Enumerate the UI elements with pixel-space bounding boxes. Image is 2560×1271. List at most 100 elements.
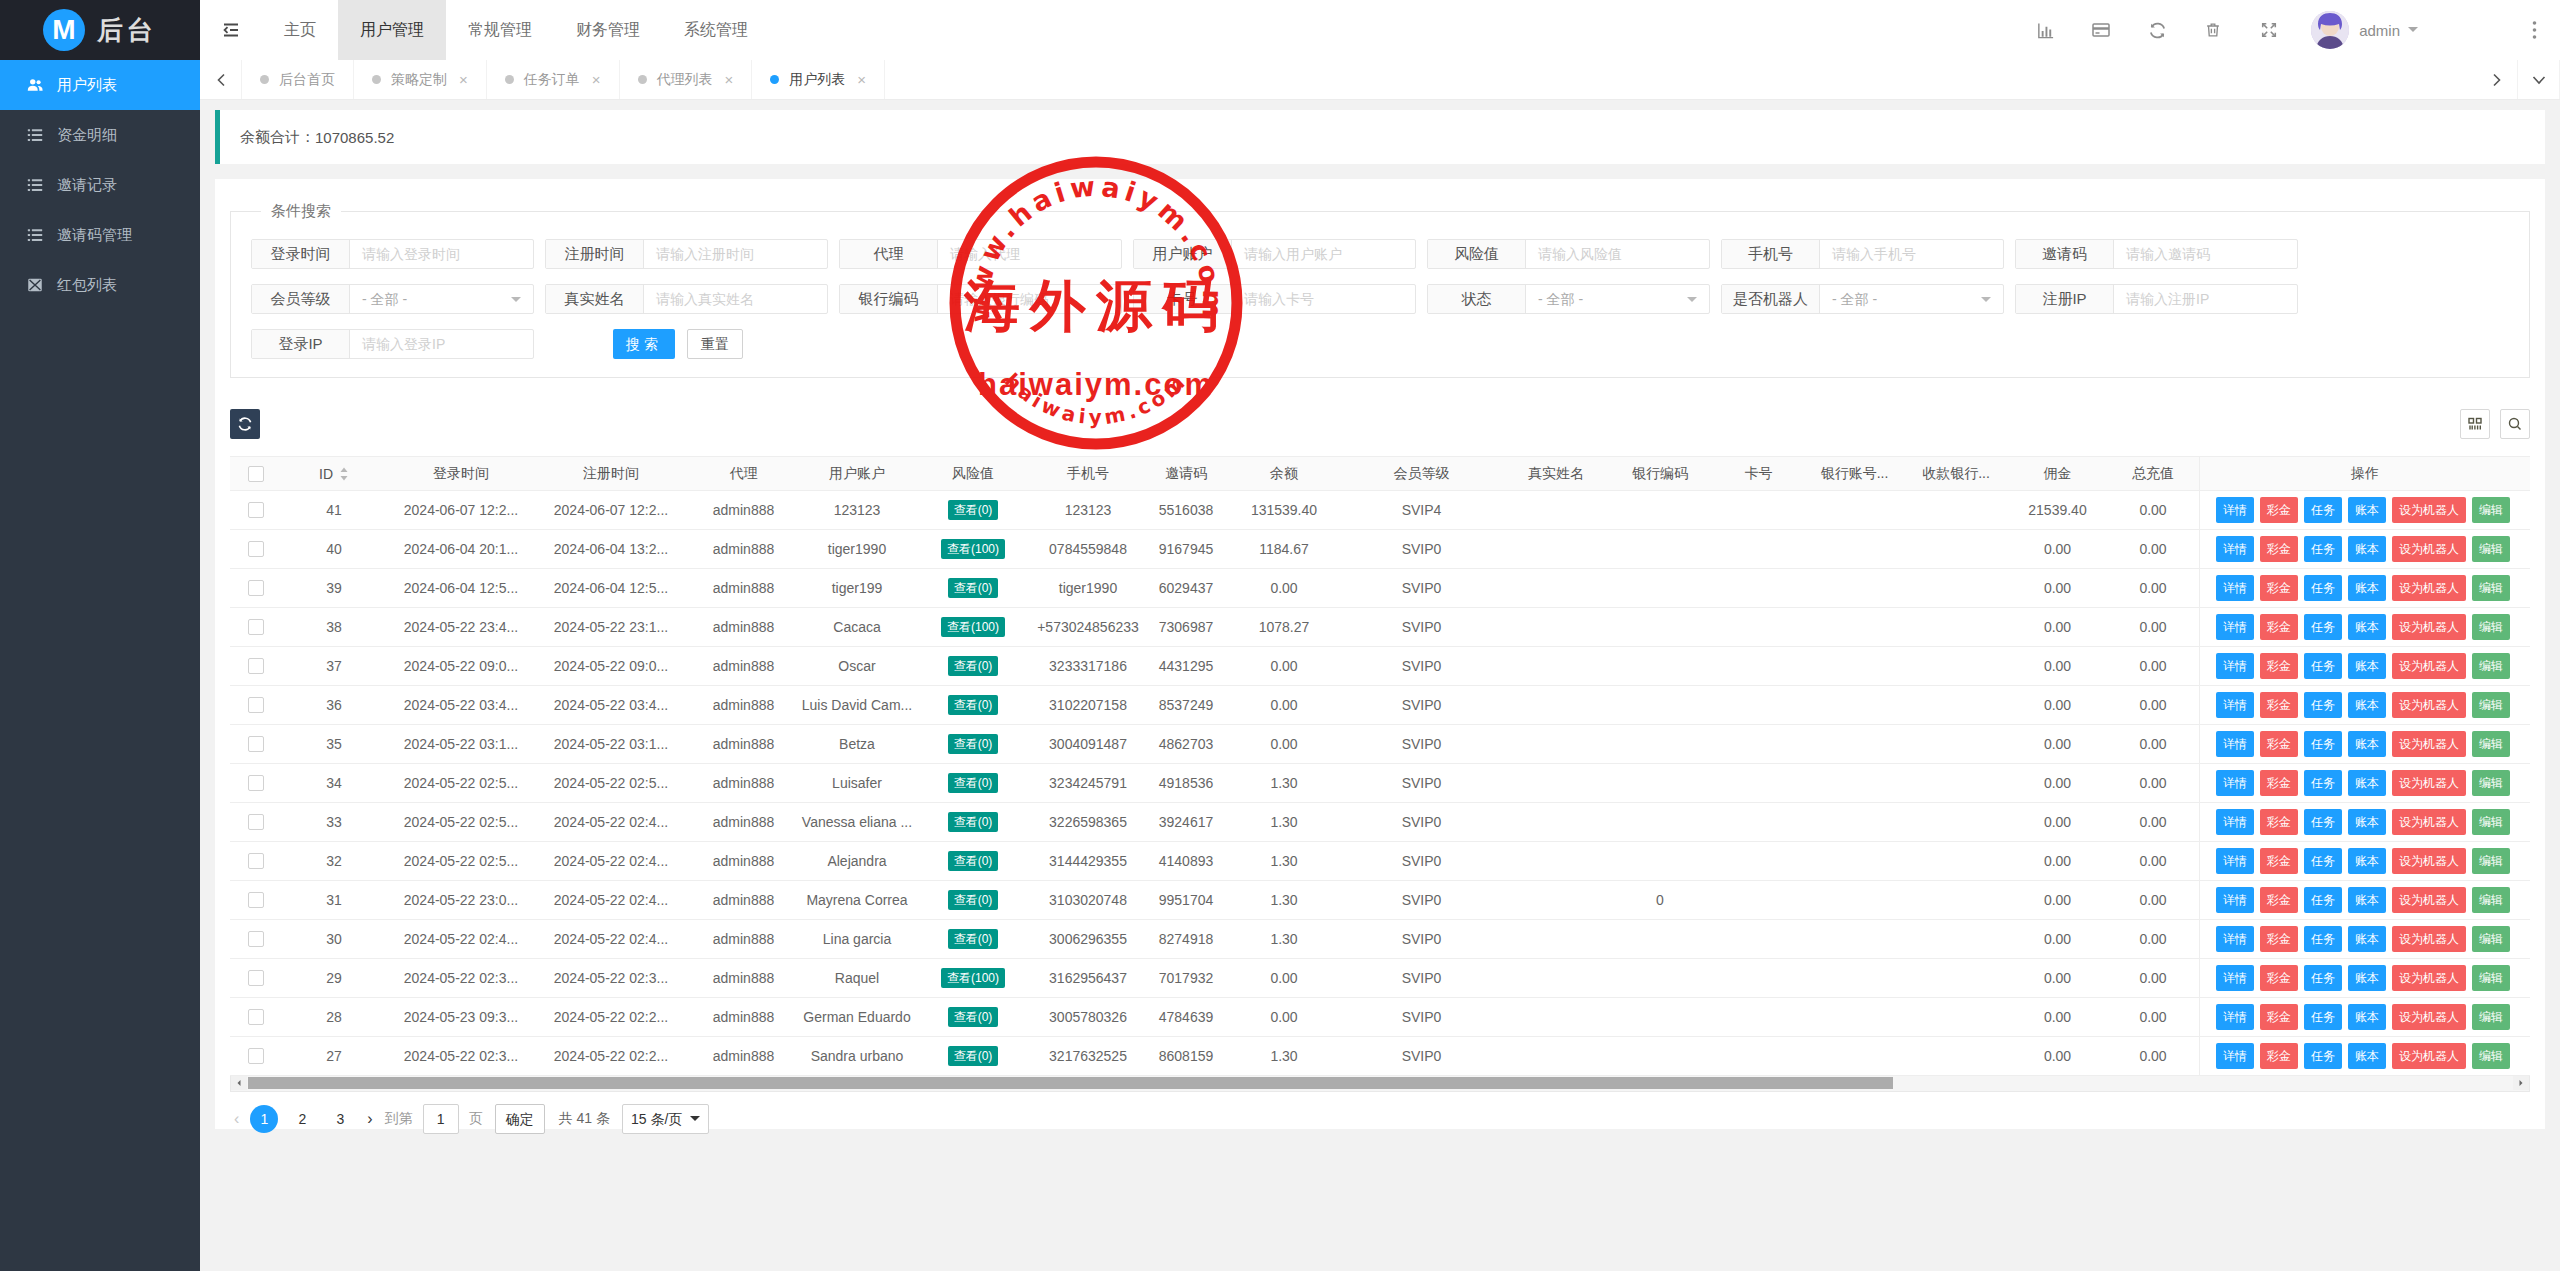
risk-view-badge[interactable]: 查看(0): [948, 1046, 999, 1066]
risk-view-badge[interactable]: 查看(0): [948, 890, 999, 910]
action-blue-button[interactable]: 任务: [2304, 575, 2342, 601]
search-field-input[interactable]: 请输入代理: [938, 240, 1121, 268]
row-checkbox[interactable]: [248, 892, 264, 908]
hscroll-right-icon[interactable]: [2513, 1076, 2529, 1090]
tab-4[interactable]: 用户列表×: [752, 60, 885, 99]
row-checkbox[interactable]: [248, 736, 264, 752]
sidebar-item-1[interactable]: 资金明细: [0, 110, 200, 160]
action-blue-button[interactable]: 任务: [2304, 887, 2342, 913]
page-number-2[interactable]: 2: [288, 1105, 316, 1133]
risk-view-badge[interactable]: 查看(0): [948, 773, 999, 793]
sidebar-toggle-icon[interactable]: [200, 0, 262, 60]
table-hscrollbar[interactable]: [230, 1076, 2530, 1092]
risk-view-badge[interactable]: 查看(0): [948, 695, 999, 715]
row-checkbox[interactable]: [248, 853, 264, 869]
action-blue-button[interactable]: 详情: [2216, 887, 2254, 913]
nav-item-1[interactable]: 用户管理: [338, 0, 446, 60]
action-blue-button[interactable]: 任务: [2304, 536, 2342, 562]
search-field-select[interactable]: - 全部 -: [1820, 285, 2003, 313]
action-blue-button[interactable]: 详情: [2216, 575, 2254, 601]
select-all-checkbox[interactable]: [248, 466, 264, 482]
tab-close-icon[interactable]: ×: [592, 71, 601, 88]
action-red-button[interactable]: 设为机器人: [2392, 1004, 2466, 1030]
row-checkbox[interactable]: [248, 970, 264, 986]
action-blue-button[interactable]: 账本: [2348, 926, 2386, 952]
action-blue-button[interactable]: 账本: [2348, 1004, 2386, 1030]
action-red-button[interactable]: 彩金: [2260, 614, 2298, 640]
action-red-button[interactable]: 彩金: [2260, 770, 2298, 796]
action-blue-button[interactable]: 任务: [2304, 926, 2342, 952]
search-field-input[interactable]: 请输入登录IP: [350, 330, 533, 358]
action-blue-button[interactable]: 详情: [2216, 692, 2254, 718]
action-green-button[interactable]: 编辑: [2472, 536, 2510, 562]
username[interactable]: admin: [2359, 22, 2400, 39]
action-blue-button[interactable]: 任务: [2304, 692, 2342, 718]
action-green-button[interactable]: 编辑: [2472, 809, 2510, 835]
action-red-button[interactable]: 彩金: [2260, 1004, 2298, 1030]
action-red-button[interactable]: 彩金: [2260, 536, 2298, 562]
action-green-button[interactable]: 编辑: [2472, 614, 2510, 640]
trash-icon[interactable]: [2185, 0, 2241, 60]
page-size-select[interactable]: 15 条/页: [622, 1104, 709, 1134]
row-checkbox[interactable]: [248, 697, 264, 713]
action-blue-button[interactable]: 账本: [2348, 575, 2386, 601]
action-blue-button[interactable]: 详情: [2216, 614, 2254, 640]
action-blue-button[interactable]: 账本: [2348, 497, 2386, 523]
refresh-icon[interactable]: [2129, 0, 2185, 60]
hscroll-left-icon[interactable]: [231, 1076, 247, 1090]
tab-close-icon[interactable]: ×: [725, 71, 734, 88]
more-menu-icon[interactable]: [2514, 0, 2554, 60]
action-red-button[interactable]: 彩金: [2260, 926, 2298, 952]
action-blue-button[interactable]: 详情: [2216, 731, 2254, 757]
action-red-button[interactable]: 设为机器人: [2392, 575, 2466, 601]
tab-0[interactable]: 后台首页: [242, 60, 354, 99]
action-red-button[interactable]: 彩金: [2260, 692, 2298, 718]
tab-3[interactable]: 代理列表×: [620, 60, 753, 99]
sort-icons[interactable]: [339, 466, 349, 482]
tab-close-icon[interactable]: ×: [857, 71, 866, 88]
search-field-input[interactable]: 请输入手机号: [1820, 240, 2003, 268]
action-red-button[interactable]: 设为机器人: [2392, 848, 2466, 874]
search-field-input[interactable]: 请输入银行编码: [938, 285, 1121, 313]
action-blue-button[interactable]: 任务: [2304, 1004, 2342, 1030]
action-blue-button[interactable]: 任务: [2304, 653, 2342, 679]
action-blue-button[interactable]: 账本: [2348, 536, 2386, 562]
action-red-button[interactable]: 设为机器人: [2392, 1043, 2466, 1069]
row-checkbox[interactable]: [248, 658, 264, 674]
nav-item-4[interactable]: 系统管理: [662, 0, 770, 60]
fullscreen-icon[interactable]: [2241, 0, 2297, 60]
action-red-button[interactable]: 设为机器人: [2392, 536, 2466, 562]
sidebar-item-0[interactable]: 用户列表: [0, 60, 200, 110]
hscroll-thumb[interactable]: [248, 1077, 1893, 1089]
sidebar-item-2[interactable]: 邀请记录: [0, 160, 200, 210]
nav-item-2[interactable]: 常规管理: [446, 0, 554, 60]
action-blue-button[interactable]: 账本: [2348, 965, 2386, 991]
risk-view-badge[interactable]: 查看(0): [948, 929, 999, 949]
action-green-button[interactable]: 编辑: [2472, 1004, 2510, 1030]
action-blue-button[interactable]: 任务: [2304, 848, 2342, 874]
action-green-button[interactable]: 编辑: [2472, 848, 2510, 874]
tabs-menu-icon[interactable]: [2518, 60, 2560, 99]
risk-view-badge[interactable]: 查看(0): [948, 500, 999, 520]
search-field-input[interactable]: 请输入邀请码: [2114, 240, 2297, 268]
action-red-button[interactable]: 彩金: [2260, 1043, 2298, 1069]
goto-page-input[interactable]: 1: [423, 1104, 459, 1134]
action-blue-button[interactable]: 详情: [2216, 497, 2254, 523]
chart-icon[interactable]: [2017, 0, 2073, 60]
action-blue-button[interactable]: 详情: [2216, 926, 2254, 952]
action-green-button[interactable]: 编辑: [2472, 926, 2510, 952]
action-green-button[interactable]: 编辑: [2472, 692, 2510, 718]
action-blue-button[interactable]: 详情: [2216, 1004, 2254, 1030]
action-green-button[interactable]: 编辑: [2472, 653, 2510, 679]
action-blue-button[interactable]: 任务: [2304, 497, 2342, 523]
reset-button[interactable]: 重置: [687, 329, 743, 359]
action-blue-button[interactable]: 账本: [2348, 614, 2386, 640]
nav-item-0[interactable]: 主页: [262, 0, 338, 60]
action-blue-button[interactable]: 账本: [2348, 653, 2386, 679]
action-red-button[interactable]: 彩金: [2260, 653, 2298, 679]
action-red-button[interactable]: 设为机器人: [2392, 614, 2466, 640]
action-blue-button[interactable]: 详情: [2216, 653, 2254, 679]
action-blue-button[interactable]: 详情: [2216, 965, 2254, 991]
action-blue-button[interactable]: 任务: [2304, 1043, 2342, 1069]
action-blue-button[interactable]: 详情: [2216, 1043, 2254, 1069]
